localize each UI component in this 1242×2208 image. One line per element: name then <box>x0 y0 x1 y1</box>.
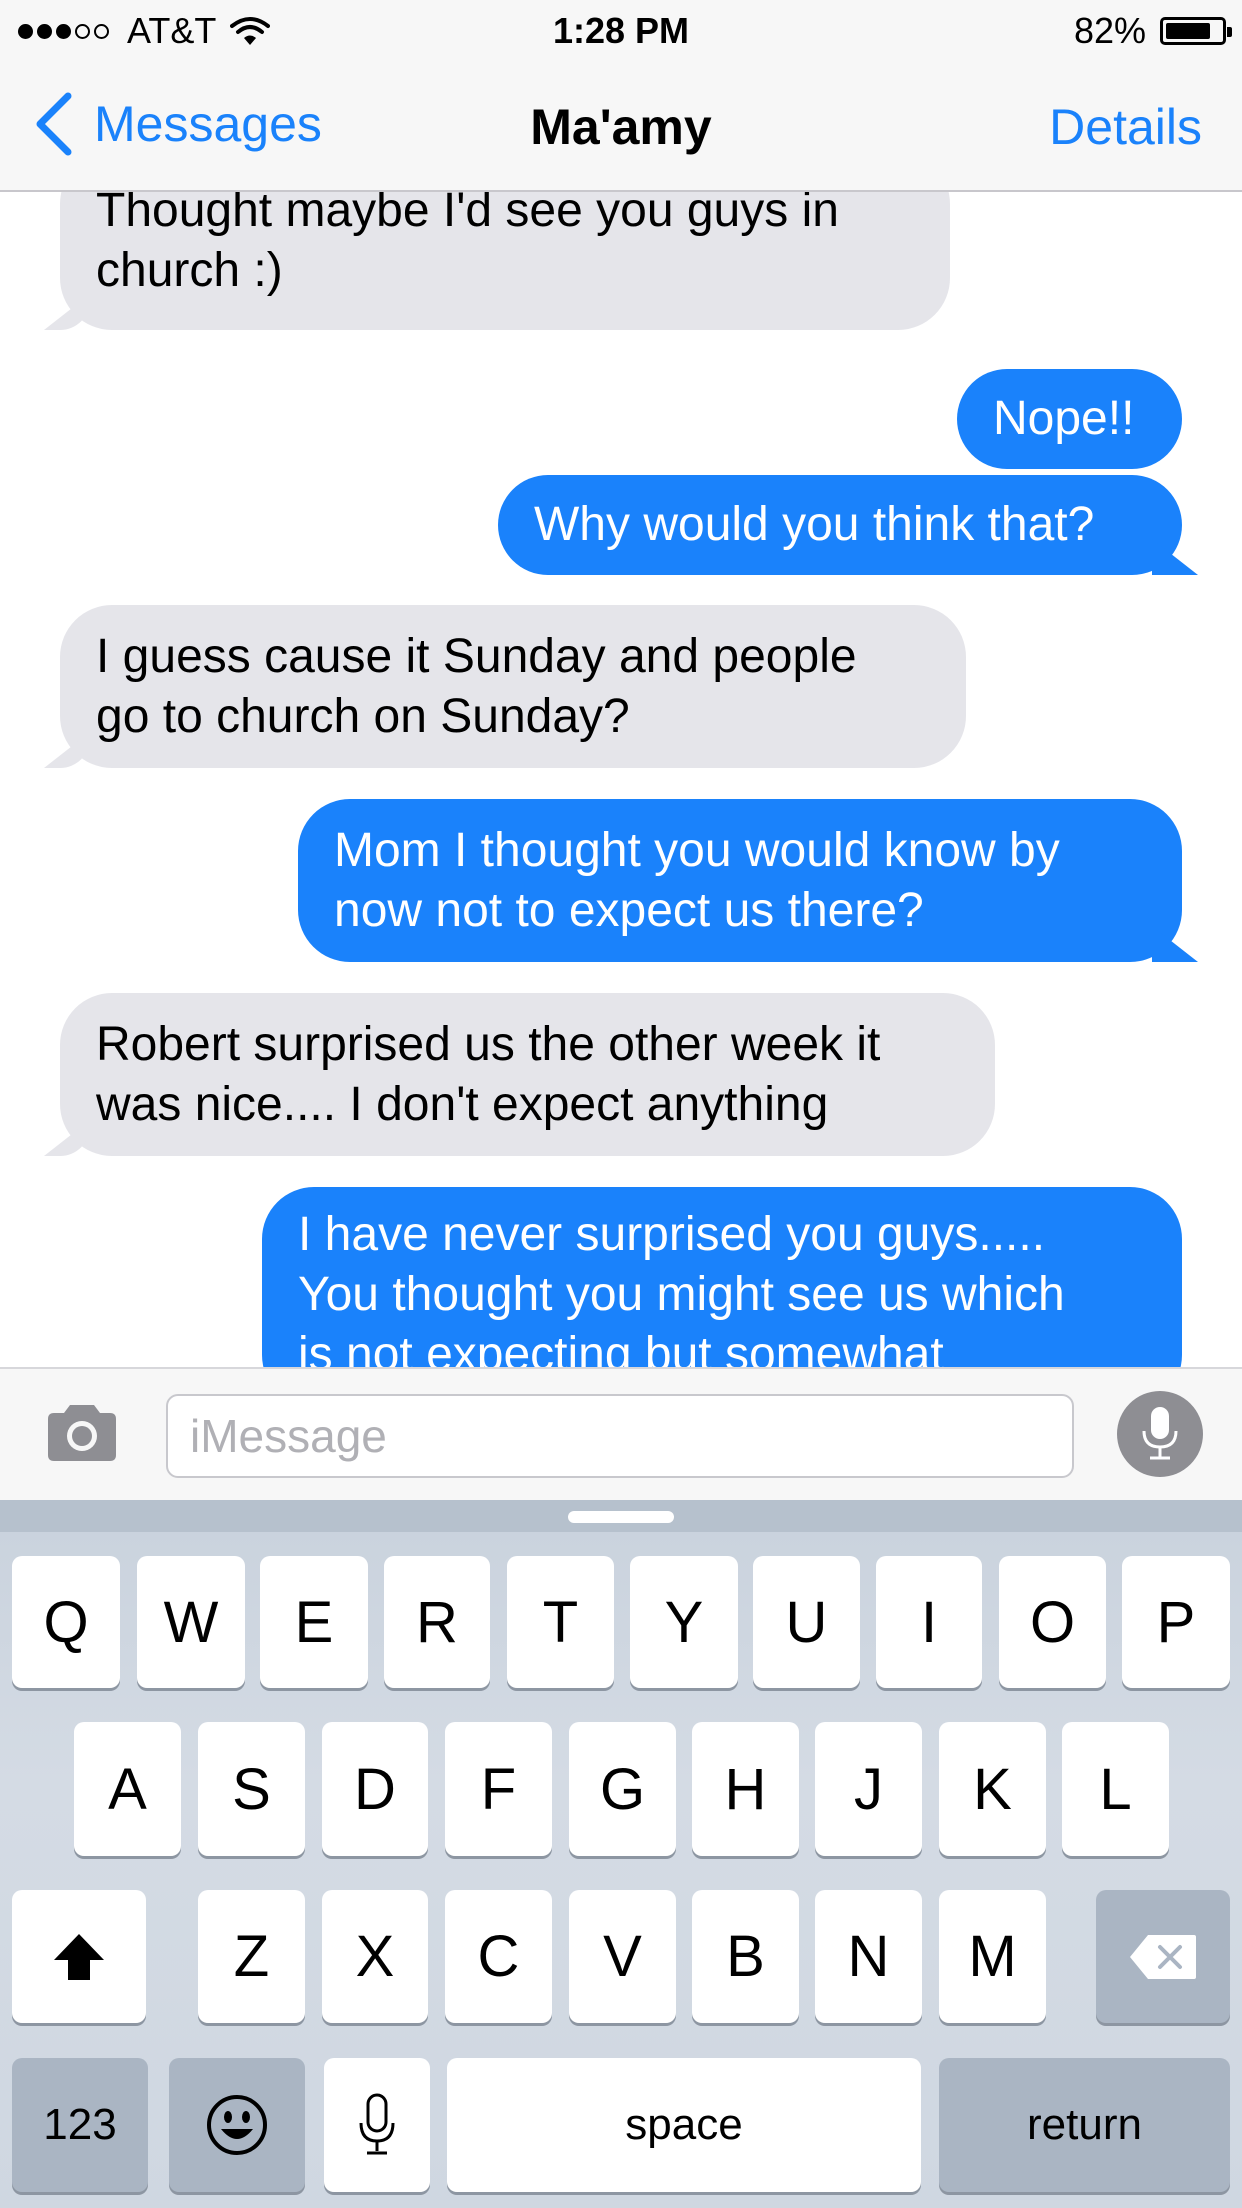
camera-icon[interactable] <box>44 1403 120 1463</box>
dictation-key[interactable] <box>324 2058 430 2192</box>
key-m[interactable]: M <box>939 1890 1046 2023</box>
key-v[interactable]: V <box>569 1890 676 2023</box>
message-bubble-incoming[interactable]: Thought maybe I'd see you guys in church… <box>60 192 950 330</box>
message-bubble-outgoing[interactable]: I have never surprised you guys..... You… <box>262 1187 1182 1367</box>
key-u[interactable]: U <box>753 1556 860 1688</box>
key-i[interactable]: I <box>876 1556 982 1688</box>
key-b[interactable]: B <box>692 1890 799 2023</box>
key-n[interactable]: N <box>815 1890 922 2023</box>
key-q[interactable]: Q <box>12 1556 120 1688</box>
battery-fill <box>1166 23 1210 39</box>
emoji-key[interactable] <box>169 2058 305 2192</box>
message-text: go to church on Sunday? <box>96 689 630 743</box>
status-time: 1:28 PM <box>552 10 690 51</box>
message-bubble-incoming[interactable]: I guess cause it Sunday and people go to… <box>60 605 966 768</box>
emoji-icon <box>207 2095 267 2155</box>
message-text: I guess cause it Sunday and people <box>96 629 857 683</box>
battery-icon <box>1160 17 1232 45</box>
battery-percentage: 82% <box>1073 10 1146 51</box>
key-w[interactable]: W <box>137 1556 245 1688</box>
key-d[interactable]: D <box>322 1722 428 1856</box>
numbers-key[interactable]: 123 <box>12 2058 148 2192</box>
key-r[interactable]: R <box>384 1556 490 1688</box>
message-bubble-outgoing[interactable]: Mom I thought you would know by now not … <box>298 799 1182 962</box>
space-key[interactable]: space <box>447 2058 921 2192</box>
dictation-button[interactable] <box>1117 1391 1203 1477</box>
keyboard-handle[interactable] <box>568 1511 674 1523</box>
message-text: was nice.... I don't expect anything <box>96 1077 829 1131</box>
key-x[interactable]: X <box>322 1890 428 2023</box>
message-text: Robert surprised us the other week it <box>96 1017 881 1071</box>
message-text: Mom I thought you would know by <box>334 823 1060 877</box>
key-g[interactable]: G <box>569 1722 676 1856</box>
key-z[interactable]: Z <box>198 1890 305 2023</box>
key-y[interactable]: Y <box>630 1556 738 1688</box>
key-p[interactable]: P <box>1122 1556 1230 1688</box>
message-text: Nope!! <box>993 392 1135 445</box>
message-text: now not to expect us there? <box>334 883 924 937</box>
key-c[interactable]: C <box>445 1890 552 2023</box>
message-text: church :) <box>96 244 283 297</box>
return-key[interactable]: return <box>939 2058 1230 2192</box>
key-s[interactable]: S <box>198 1722 305 1856</box>
key-a[interactable]: A <box>74 1722 181 1856</box>
input-bar: iMessage <box>0 1367 1242 1500</box>
message-text: Why would you think that? <box>534 498 1095 551</box>
key-f[interactable]: F <box>445 1722 552 1856</box>
navigation-bar: Messages Ma'amy Details <box>0 62 1242 192</box>
key-o[interactable]: O <box>999 1556 1106 1688</box>
microphone-icon <box>1142 1407 1178 1460</box>
status-bar: AT&T 1:28 PM 82% <box>0 0 1242 62</box>
shift-key[interactable] <box>12 1890 146 2023</box>
message-input[interactable]: iMessage <box>166 1394 1074 1478</box>
keyboard-top-strip <box>0 1500 1242 1532</box>
details-button[interactable]: Details <box>1049 98 1202 156</box>
key-t[interactable]: T <box>507 1556 614 1688</box>
key-j[interactable]: J <box>815 1722 922 1856</box>
message-text: Thought maybe I'd see you guys in <box>96 192 839 237</box>
message-text: You thought you might see us which <box>298 1268 1065 1321</box>
backspace-icon <box>1130 1934 1196 1979</box>
shift-icon <box>54 1933 104 1980</box>
message-bubble-outgoing[interactable]: Nope!! <box>957 369 1182 469</box>
battery-nub <box>1227 27 1232 37</box>
keyboard: Q W E R T Y U I O P A S D F G H J K L Z … <box>0 1500 1242 2208</box>
microphone-icon <box>359 2093 395 2155</box>
message-text: I have never surprised you guys..... <box>298 1208 1046 1261</box>
status-right: 82% <box>1073 10 1232 52</box>
key-k[interactable]: K <box>939 1722 1046 1856</box>
message-bubble-incoming[interactable]: Robert surprised us the other week it wa… <box>60 993 995 1156</box>
key-l[interactable]: L <box>1062 1722 1169 1856</box>
key-h[interactable]: H <box>692 1722 799 1856</box>
message-list[interactable]: Thought maybe I'd see you guys in church… <box>0 192 1242 1367</box>
delete-key[interactable] <box>1096 1890 1230 2023</box>
key-e[interactable]: E <box>260 1556 368 1688</box>
message-bubble-outgoing[interactable]: Why would you think that? <box>498 475 1182 575</box>
message-text: is not expecting but somewhat <box>298 1328 944 1367</box>
